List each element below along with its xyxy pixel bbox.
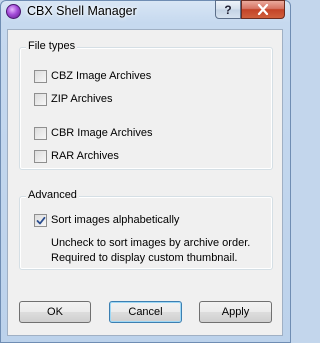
- advanced-group: Advanced Sort images alphabetically Unch…: [19, 189, 273, 270]
- zip-label: ZIP Archives: [51, 93, 113, 105]
- title-bar[interactable]: CBX Shell Manager ?: [1, 0, 290, 23]
- rar-checkbox[interactable]: [34, 149, 47, 163]
- file-types-group-label: File types: [26, 40, 78, 52]
- cbz-option[interactable]: CBZ Image Archives: [34, 69, 151, 83]
- window-title: CBX Shell Manager: [27, 4, 137, 18]
- dialog-client-area: File types CBZ Image Archives ZIP Archiv…: [7, 29, 283, 336]
- cbr-checkbox[interactable]: [34, 126, 47, 140]
- sort-note-line2: Required to display custom thumbnail.: [51, 252, 238, 264]
- cbr-option[interactable]: CBR Image Archives: [34, 126, 152, 140]
- ok-button[interactable]: OK: [19, 301, 91, 323]
- help-icon: ?: [224, 2, 232, 17]
- sort-checkbox[interactable]: [34, 213, 47, 227]
- cbr-label: CBR Image Archives: [51, 127, 153, 139]
- file-types-group: File types CBZ Image Archives ZIP Archiv…: [19, 40, 273, 170]
- close-button[interactable]: [241, 0, 285, 19]
- close-icon: [257, 4, 269, 15]
- sort-option[interactable]: Sort images alphabetically: [34, 213, 179, 227]
- zip-option[interactable]: ZIP Archives: [34, 92, 113, 106]
- cbz-checkbox[interactable]: [34, 69, 47, 83]
- zip-checkbox[interactable]: [34, 92, 47, 106]
- app-icon: [6, 4, 21, 19]
- apply-button[interactable]: Apply: [199, 301, 272, 323]
- rar-label: RAR Archives: [51, 150, 119, 162]
- cbz-label: CBZ Image Archives: [51, 70, 152, 82]
- sort-note-line1: Uncheck to sort images by archive order.: [51, 237, 251, 249]
- checkmark-icon: [36, 216, 46, 224]
- rar-option[interactable]: RAR Archives: [34, 149, 119, 163]
- help-button[interactable]: ?: [215, 0, 241, 19]
- advanced-group-label: Advanced: [26, 189, 79, 201]
- sort-label: Sort images alphabetically: [51, 214, 180, 226]
- cancel-button[interactable]: Cancel: [109, 301, 182, 323]
